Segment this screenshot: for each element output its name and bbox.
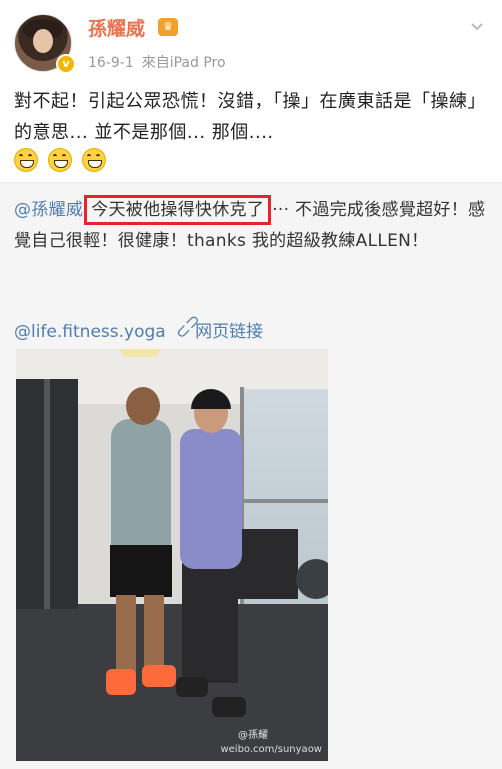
client-body — [180, 429, 242, 569]
grin-emoji-icon — [82, 148, 107, 172]
post-photo[interactable]: @孫耀 weibo.com/sunyaow — [16, 349, 328, 761]
trainer-shoe — [106, 669, 136, 695]
gym-ball — [296, 559, 328, 599]
verified-badge-icon: v — [56, 54, 76, 74]
highlighted-text: 今天被他操得快休克了 — [91, 200, 265, 220]
gym-bench — [238, 529, 298, 599]
watermark-logo: @孫耀 — [238, 730, 268, 741]
gym-machine-bar — [44, 379, 50, 609]
chevron-down-icon[interactable] — [470, 20, 484, 34]
web-link[interactable]: 网页链接 — [195, 322, 263, 342]
post-meta: 16-9-1 來自iPad Pro — [88, 52, 226, 72]
watermark: weibo.com/sunyaow — [220, 744, 322, 755]
link-account[interactable]: @life.fitness.yoga — [14, 322, 166, 342]
trainer-leg — [116, 595, 136, 675]
highlight-box: 今天被他操得快休克了 — [84, 195, 272, 225]
photo-lamp — [120, 349, 160, 357]
vip-crown-icon: ♛ — [158, 18, 178, 36]
photo-window-bar — [240, 499, 328, 503]
client-shoe — [176, 677, 208, 697]
repost-text: @孫耀威 今天被他操得快休克了 ··· 不過完成後感覺超好！感覺自己很輕！很健康！t… — [14, 195, 494, 257]
avatar-face — [33, 29, 53, 53]
post-text: 對不起！引起公眾恐慌！沒錯，「操」在廣東話是「操練」的意思... 並不是那個..… — [14, 91, 486, 143]
post-date: 16-9-1 — [88, 55, 134, 71]
username[interactable]: 孫耀威 — [88, 14, 145, 41]
grin-emoji-icon — [14, 148, 38, 172]
client-pants — [182, 563, 238, 683]
post-source: 來自iPad Pro — [141, 55, 226, 71]
trainer-leg — [144, 595, 164, 675]
link-icon: ⊂⊃ — [170, 309, 205, 345]
emoji-row — [14, 148, 111, 172]
grin-emoji-icon — [48, 148, 73, 172]
client-shoe — [212, 697, 246, 717]
trainer-shoe — [142, 665, 176, 687]
link-row: @life.fitness.yoga ⊂⊃ 网页链接 — [14, 309, 263, 345]
repost-card[interactable]: @孫耀威 今天被他操得快休克了 ··· 不過完成後感覺超好！感覺自己很輕！很健康！t… — [0, 183, 502, 769]
repost-mention[interactable]: @孫耀威 — [14, 200, 83, 220]
trainer-shorts — [110, 545, 172, 597]
trainer-head — [126, 387, 160, 425]
post-header: v 孫耀威 ♛ 16-9-1 來自iPad Pro — [0, 0, 502, 80]
trainer-body — [111, 419, 171, 549]
